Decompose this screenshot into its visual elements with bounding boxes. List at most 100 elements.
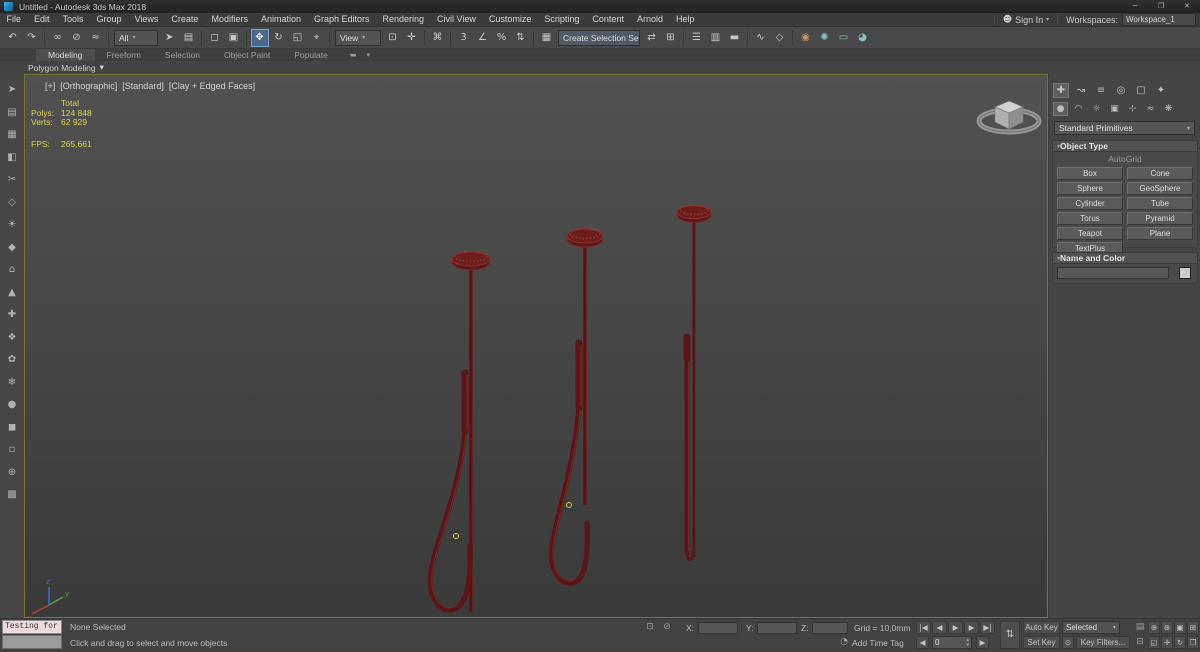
menu-views[interactable]: Views	[128, 13, 165, 26]
set-key-button[interactable]: Set Key	[1023, 636, 1060, 649]
minimize-button[interactable]: ─	[1122, 0, 1148, 13]
ribbon-tab-object-paint[interactable]: Object Paint	[212, 49, 282, 61]
viewport-pov-menu[interactable]: [Orthographic]	[60, 81, 117, 91]
vertex-marker[interactable]	[566, 502, 572, 508]
plus-icon[interactable]: ✚	[4, 307, 20, 323]
auto-key-button[interactable]: Auto Key	[1023, 621, 1060, 634]
named-selection-sets-icon[interactable]: ▦	[538, 29, 556, 47]
select-and-manipulate-icon[interactable]: ✛	[403, 29, 421, 47]
add-time-tag[interactable]: Add Time Tag	[852, 638, 904, 648]
mirror-icon[interactable]: ⇄	[643, 29, 661, 47]
play-button[interactable]: ▶	[948, 621, 963, 634]
ribbon-tab-modeling[interactable]: Modeling	[36, 49, 95, 61]
select-object-icon[interactable]: ➤	[161, 29, 179, 47]
key-mode-dropdown[interactable]: Selected ▾	[1062, 621, 1120, 634]
menu-customize[interactable]: Customize	[482, 13, 538, 26]
ribbon-tab-freeform[interactable]: Freeform	[95, 49, 153, 61]
undo-icon[interactable]: ↶	[4, 29, 22, 47]
menu-civil-view[interactable]: Civil View	[431, 13, 483, 26]
box-button[interactable]: Box	[1057, 167, 1123, 180]
frame-back-button[interactable]: ◀	[916, 636, 929, 649]
use-pivot-center-icon[interactable]: ⊡	[384, 29, 402, 47]
previous-frame-button[interactable]: ◀	[932, 621, 947, 634]
cone-button[interactable]: Cone	[1127, 167, 1193, 180]
hierarchy-tab-icon[interactable]: ≡	[1093, 83, 1109, 98]
motion-tab-icon[interactable]: ◎	[1113, 83, 1129, 98]
scissors-icon[interactable]: ✂	[4, 172, 20, 188]
viewport[interactable]: x y z [+] [Orthographic] [Standard] [Cla…	[24, 74, 1048, 618]
select-and-place-icon[interactable]: ⌖	[308, 29, 326, 47]
geosphere-button[interactable]: GeoSphere	[1127, 182, 1193, 195]
cameras-icon[interactable]: ▣	[1107, 102, 1122, 116]
menu-animation[interactable]: Animation	[254, 13, 307, 26]
cone-icon[interactable]: ▲	[4, 285, 20, 301]
orbit-icon[interactable]: ↻	[1174, 636, 1186, 649]
list-icon[interactable]: ▤	[4, 105, 20, 121]
bind-to-space-warp-icon[interactable]: ≈	[87, 29, 105, 47]
split-icon[interactable]: ◧	[4, 150, 20, 166]
geometry-icon[interactable]: ●	[1053, 102, 1068, 116]
zoom-extents-icon[interactable]: ▣	[1174, 621, 1186, 634]
modify-tab-icon[interactable]: ↝	[1073, 83, 1089, 98]
systems-icon[interactable]: ❋	[1161, 102, 1176, 116]
ribbon-tab-populate[interactable]: Populate	[282, 49, 340, 61]
sign-in-button[interactable]: ☻ Sign In ▾	[993, 14, 1059, 25]
plane-button[interactable]: Plane	[1127, 227, 1193, 240]
sphere-button[interactable]: Sphere	[1057, 182, 1123, 195]
select-and-rotate-icon[interactable]: ↻	[270, 29, 288, 47]
zoom-all-icon[interactable]: ⊛	[1161, 621, 1173, 634]
shower-object-left[interactable]	[427, 250, 491, 613]
polygon-modeling-panel[interactable]: Polygon Modeling ▾	[28, 63, 104, 73]
current-frame-spinner[interactable]: 0 ▴ ▾	[932, 636, 972, 649]
menu-create[interactable]: Create	[165, 13, 205, 26]
cluster-icon[interactable]: ❖	[4, 330, 20, 346]
ribbon-minimize-icon[interactable]: ▬	[350, 49, 357, 61]
zoom-extents-all-icon[interactable]: ⊞	[1187, 621, 1199, 634]
menu-graph-editors[interactable]: Graph Editors	[307, 13, 376, 26]
pyramid-button[interactable]: Pyramid	[1127, 212, 1193, 225]
red-cube-icon[interactable]: ◼	[4, 420, 20, 436]
helpers-icon[interactable]: ⊹	[1125, 102, 1140, 116]
menu-rendering[interactable]: Rendering	[376, 13, 431, 26]
viewport-standard-menu[interactable]: [Standard]	[122, 81, 164, 91]
go-to-start-button[interactable]: |◀	[916, 621, 931, 634]
maxscript-mini-listener[interactable]: Testing for i	[2, 620, 62, 634]
render-production-icon[interactable]: ◕	[854, 29, 872, 47]
shower-object-right[interactable]	[676, 204, 712, 562]
shower-object-middle[interactable]	[548, 227, 604, 586]
isolate-selection-icon[interactable]: ⊡	[643, 621, 657, 634]
diamond-icon[interactable]: ◇	[4, 195, 20, 211]
material-editor-icon[interactable]: ◉	[797, 29, 815, 47]
home-icon[interactable]: ⌂	[4, 262, 20, 278]
key-filter-icon[interactable]: ⊙	[1062, 636, 1074, 649]
menu-group[interactable]: Group	[90, 13, 128, 26]
viewport-general-menu[interactable]: [+]	[45, 81, 55, 91]
grid-icon[interactable]: ▦	[4, 127, 20, 143]
named-selection-set-dropdown[interactable]: Create Selection Se ▾	[558, 29, 640, 46]
rectangular-selection-icon[interactable]: ◻	[206, 29, 224, 47]
key-filters-button[interactable]: Key Filters...	[1076, 636, 1130, 649]
angle-snap-icon[interactable]: ∠	[474, 29, 492, 47]
sun-icon[interactable]: ☀	[4, 217, 20, 233]
curve-editor-icon[interactable]: ∿	[752, 29, 770, 47]
menu-scripting[interactable]: Scripting	[538, 13, 586, 26]
key-mode-toggle-button[interactable]: ⇅	[1000, 621, 1020, 649]
torus-button[interactable]: Torus	[1057, 212, 1123, 225]
selection-filter-dropdown[interactable]: All ▾	[114, 29, 158, 46]
zoom-region-icon[interactable]: ◱	[1148, 636, 1160, 649]
utilities-tab-icon[interactable]: ✦	[1153, 83, 1169, 98]
teapot-button[interactable]: Teapot	[1057, 227, 1123, 240]
cursor-icon[interactable]: ➤	[4, 82, 20, 98]
maxscript-listener-line[interactable]	[2, 635, 62, 649]
gem-icon[interactable]: ◆	[4, 240, 20, 256]
snowflake-icon[interactable]: ❄	[4, 375, 20, 391]
schematic-view-icon[interactable]: ◇	[771, 29, 789, 47]
viewport-shading-menu[interactable]: [Clay + Edged Faces]	[169, 81, 255, 91]
align-icon[interactable]: ⊞	[662, 29, 680, 47]
y-coordinate-input[interactable]	[757, 622, 797, 634]
sphere-icon[interactable]: ●	[4, 397, 20, 413]
window-crossing-icon[interactable]: ▣	[225, 29, 243, 47]
select-and-link-icon[interactable]: ∞	[49, 29, 67, 47]
object-name-field[interactable]	[1057, 267, 1169, 279]
select-by-name-icon[interactable]: ▤	[180, 29, 198, 47]
